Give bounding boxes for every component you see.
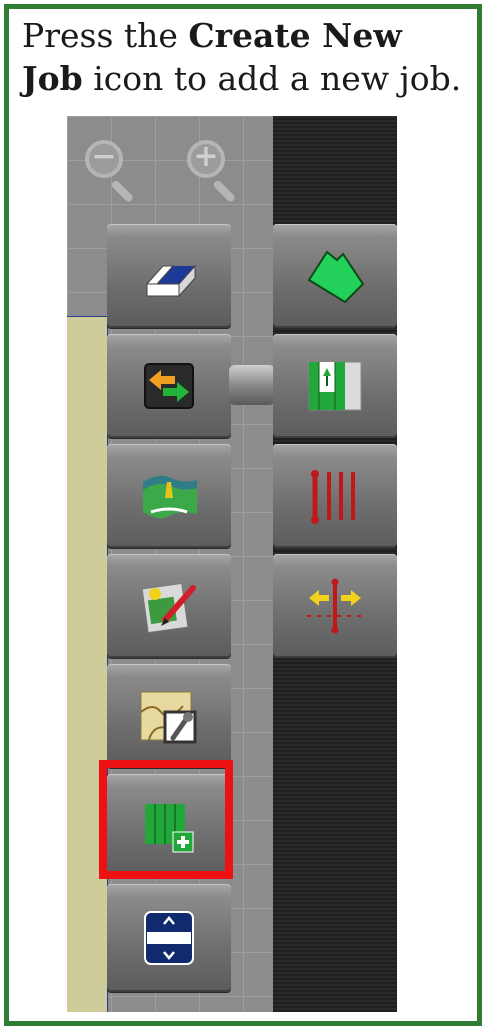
job-settings-icon — [140, 691, 197, 744]
edit-job-icon — [141, 582, 196, 634]
zoom-in-button[interactable]: + — [185, 138, 245, 210]
field-area — [67, 316, 108, 1012]
field-boundary-button[interactable] — [273, 224, 397, 328]
zoom-in-glyph: + — [193, 139, 219, 174]
panel-connector — [229, 365, 275, 405]
shift-line-button[interactable] — [273, 554, 397, 658]
instruction-text-end: icon to add a new job. — [82, 59, 462, 98]
zoom-in-handle — [212, 179, 237, 204]
guidance-lines-button[interactable] — [273, 444, 397, 548]
job-settings-button[interactable] — [107, 664, 231, 768]
eraser-icon — [145, 264, 196, 298]
menu-collapse-button[interactable] — [107, 884, 231, 992]
eraser-button[interactable] — [107, 224, 231, 328]
field-boundary-icon — [307, 250, 365, 304]
zoom-out-button[interactable]: − — [83, 138, 143, 210]
boundary-icon — [143, 475, 197, 519]
guidance-lines-icon — [311, 470, 355, 524]
instruction-text: Press the Create New Job icon to add a n… — [22, 14, 462, 100]
menu-collapse-icon — [144, 911, 194, 965]
headland-icon — [308, 361, 362, 411]
edit-job-button[interactable] — [107, 554, 231, 658]
swap-icon — [144, 363, 194, 409]
zoom-out-glyph: − — [91, 139, 117, 174]
create-new-job-highlight — [99, 760, 233, 879]
boundary-button[interactable] — [107, 444, 231, 548]
zoom-out-handle — [110, 179, 135, 204]
swap-button[interactable] — [107, 334, 231, 438]
headland-button[interactable] — [273, 334, 397, 438]
instruction-text-start: Press the — [22, 16, 189, 55]
shift-line-icon — [307, 578, 363, 634]
